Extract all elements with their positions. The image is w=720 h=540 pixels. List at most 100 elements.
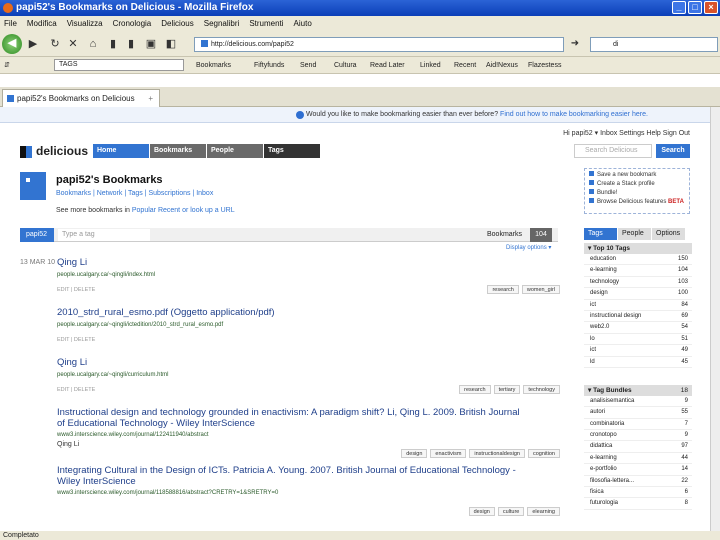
tag-icon[interactable]: ▮ (124, 35, 138, 53)
bookmark-url[interactable]: people.ucalgary.ca/~qingli/curriculum.ht… (57, 372, 168, 378)
bm-linked[interactable]: Linked (420, 57, 441, 74)
bookmark-url[interactable]: www3.interscience.wiley.com/journal/1224… (57, 432, 209, 438)
bookmark-url[interactable]: www3.interscience.wiley.com/journal/1185… (57, 490, 278, 496)
bundle-row[interactable]: cronotopo 9 (584, 430, 692, 442)
bookmark-search-input[interactable]: TAGS (54, 59, 184, 71)
home-icon[interactable]: ⌂ (86, 35, 100, 53)
tag-row[interactable]: technology 103 (584, 277, 692, 289)
minimize-button[interactable]: _ (672, 1, 686, 14)
site-search-input[interactable]: Search Delicious (574, 144, 652, 158)
bundle-row[interactable]: e-portfolio 14 (584, 464, 692, 476)
side-link[interactable]: Browse Delicious features BETA (589, 198, 685, 207)
subnav-links[interactable]: Popular Recent or look up a URL (132, 207, 235, 214)
reload-icon[interactable]: ↻ (48, 35, 62, 53)
tab-tags[interactable]: Tags (584, 228, 618, 240)
tag[interactable]: research (459, 385, 491, 394)
web-search-input[interactable]: di (590, 37, 718, 52)
tag[interactable]: research (487, 285, 519, 294)
bm-flazestess[interactable]: Flazestess (528, 57, 561, 74)
save-bookmark-icon[interactable]: ◧ (164, 35, 178, 53)
tag[interactable]: design (468, 507, 495, 516)
bookmark-url[interactable]: people.ucalgary.ca/~qingli/ictedition/20… (57, 322, 223, 328)
display-options[interactable]: Display options ▾ (506, 244, 551, 251)
bookmark-url[interactable]: people.ucalgary.ca/~qingli/index.html (57, 272, 155, 278)
bm-cultura[interactable]: Cultura (334, 57, 357, 74)
user-nav[interactable]: Bookmarks | Network | Tags | Subscriptio… (56, 190, 213, 197)
menu-aiuto[interactable]: Aiuto (294, 16, 312, 31)
bm-recent[interactable]: Recent (454, 57, 476, 74)
bookmark-title[interactable]: 2010_strd_rural_esmo.pdf (Oggetto applic… (57, 307, 275, 318)
nav-tags[interactable]: Tags (264, 144, 321, 158)
tag[interactable]: cognition (527, 449, 560, 458)
filter-user-tag[interactable]: papi52 (20, 228, 54, 242)
tag-filter-input[interactable]: Type a tag (58, 229, 150, 241)
tag[interactable]: enactivism (430, 449, 467, 458)
bundle-row[interactable]: futurologia 8 (584, 498, 692, 510)
tag[interactable]: technology (523, 385, 560, 394)
side-link[interactable]: Bundle! (589, 189, 685, 198)
nav-bookmarks[interactable]: Bookmarks (150, 144, 207, 158)
bundle-row[interactable]: analisisemantica 9 (584, 396, 692, 408)
notice-link[interactable]: Find out how to make bookmarking easier … (500, 111, 648, 118)
back-arrow-icon[interactable]: ◀ (2, 34, 22, 54)
edit-delete-links[interactable]: EDIT | DELETE (57, 337, 95, 343)
edit-delete-links[interactable]: EDIT | DELETE (57, 387, 95, 393)
tag-row[interactable]: design 100 (584, 288, 692, 300)
tag[interactable]: culture (497, 507, 525, 516)
tag-bundles-header[interactable]: ▾ Tag Bundles 18 (584, 384, 692, 396)
tag[interactable]: tertiary (493, 385, 521, 394)
edit-delete-links[interactable]: EDIT | DELETE (57, 287, 95, 293)
nav-people[interactable]: People (207, 144, 264, 158)
bm-fiftyfunds[interactable]: Fiftyfunds (254, 57, 284, 74)
bm-read-later[interactable]: Read Later (370, 57, 405, 74)
tag-row[interactable]: web2.0 54 (584, 322, 692, 334)
tag-row[interactable]: ict 84 (584, 300, 692, 311)
site-search-button[interactable]: Search (656, 144, 690, 158)
delicious-sidebar-icon[interactable]: ⇵ (4, 57, 10, 74)
bookmark-title[interactable]: Qing Li (57, 357, 87, 368)
tag-row[interactable]: ld 45 (584, 357, 692, 368)
address-bar[interactable]: http://delicious.com/papi52 (194, 37, 564, 52)
stop-icon[interactable]: ✕ (66, 35, 80, 53)
tag[interactable]: design (401, 449, 428, 458)
tag-row[interactable]: ict 49 (584, 345, 692, 357)
vertical-scrollbar[interactable] (710, 107, 720, 531)
bundle-row[interactable]: fisica 6 (584, 487, 692, 499)
bundle-row[interactable]: didattica 97 (584, 441, 692, 453)
tab-people[interactable]: People (618, 228, 652, 240)
bookmark-icon[interactable]: ▮ (106, 35, 120, 53)
tag-row[interactable]: education 150 (584, 254, 692, 266)
menu-segnalibri[interactable]: Segnalibri (204, 16, 240, 31)
maximize-button[interactable]: □ (688, 1, 702, 14)
menu-modifica[interactable]: Modifica (27, 16, 57, 31)
menu-visualizza[interactable]: Visualizza (67, 16, 103, 31)
tag[interactable]: women_girl (521, 285, 560, 294)
tab-delicious[interactable]: papi52's Bookmarks on Delicious + (2, 89, 160, 107)
user-menu[interactable]: Hi papi52 ▾ Inbox Settings Help Sign Out (563, 129, 690, 137)
bundle-row[interactable]: autori 55 (584, 407, 692, 419)
menu-cronologia[interactable]: Cronologia (113, 16, 152, 31)
delicious-icon[interactable]: ▣ (144, 35, 158, 53)
bookmark-title[interactable]: Integrating Cultural in the Design of IC… (57, 465, 527, 487)
menu-delicious[interactable]: Delicious (161, 16, 193, 31)
forward-arrow-icon[interactable]: ▶ (26, 35, 40, 53)
bookmark-title[interactable]: Instructional design and technology grou… (57, 407, 527, 429)
bundle-row[interactable]: e-learning 44 (584, 453, 692, 465)
close-button[interactable]: × (704, 1, 718, 14)
bm-aidnexus[interactable]: Aid!Nexus (486, 57, 518, 74)
nav-home[interactable]: Home (93, 144, 150, 158)
bundle-row[interactable]: filosofia-lettera... 22 (584, 476, 692, 488)
tag[interactable]: instructionaldesign (469, 449, 525, 458)
side-link[interactable]: Create a Stack profile (589, 180, 685, 189)
tab-options[interactable]: Options ▾ (652, 228, 686, 249)
bookmark-title[interactable]: Qing Li (57, 257, 87, 268)
tag[interactable]: elearning (527, 507, 560, 516)
menu-strumenti[interactable]: Strumenti (249, 16, 283, 31)
top-tags-header[interactable]: ▾ Top 10 Tags (584, 243, 692, 254)
bundle-row[interactable]: combinatoria 7 (584, 419, 692, 431)
new-tab-icon[interactable]: + (148, 90, 153, 107)
bm-send[interactable]: Send (300, 57, 316, 74)
side-link[interactable]: Save a new bookmark (589, 171, 685, 180)
tag-row[interactable]: e-learning 104 (584, 265, 692, 277)
tag-row[interactable]: lo 51 (584, 334, 692, 346)
